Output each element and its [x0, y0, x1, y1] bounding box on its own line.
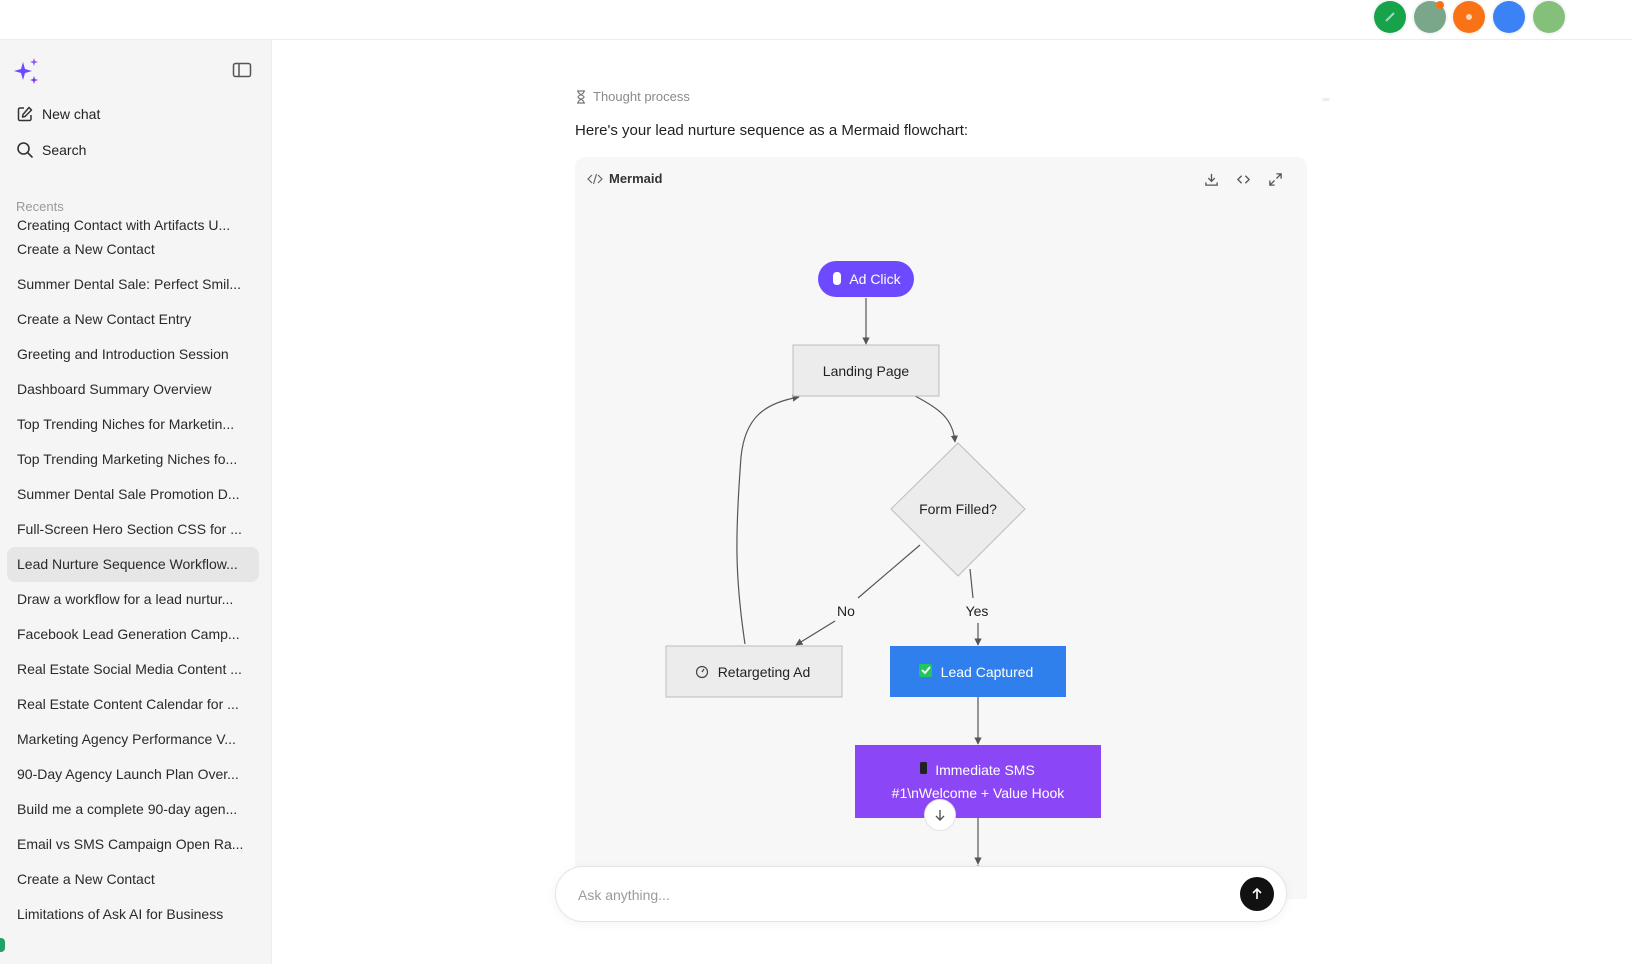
search-icon [17, 142, 33, 158]
node-form-filled-label: Form Filled? [919, 501, 997, 517]
node-lead-captured-label: Lead Captured [941, 664, 1034, 680]
sparkle-logo-icon[interactable] [12, 56, 42, 86]
phone-icon [920, 762, 927, 774]
top-bar [0, 0, 1632, 40]
notification-dot [1436, 1, 1444, 9]
mermaid-artifact: Mermaid Ad Click Landing Page Form Fille… [575, 157, 1307, 899]
chat-main: Thought process Here's your lead nurture… [272, 40, 1632, 964]
recents-heading: Recents [16, 199, 64, 214]
edge-label-yes: Yes [966, 603, 989, 619]
app-window: New chat Search Recents Creating Contact… [0, 0, 1632, 964]
edge-landing-form [914, 395, 959, 443]
sidebar-item-recent[interactable]: Marketing Agency Performance V... [7, 722, 259, 757]
thought-process-label: Thought process [593, 89, 690, 104]
sidebar-item-recent[interactable]: Create a New Contact [7, 862, 259, 897]
edit-icon [17, 106, 33, 122]
sidebar-item-recent[interactable]: Summer Dental Sale: Perfect Smil... [7, 267, 259, 302]
edge-form-no [857, 544, 921, 599]
sidebar-item-recent[interactable]: Real Estate Content Calendar for ... [7, 687, 259, 722]
edge-no-retargeting [795, 620, 836, 646]
sidebar-item-recent[interactable]: Create a New Contact Entry [7, 302, 259, 337]
sidebar-item-recent[interactable]: Creating Contact with Artifacts U... [7, 218, 259, 232]
send-button[interactable] [1240, 877, 1274, 911]
search-label: Search [42, 142, 87, 158]
sidebar-item-recent[interactable]: Top Trending Marketing Niches fo... [7, 442, 259, 477]
thought-process-toggle[interactable]: Thought process [575, 89, 690, 104]
scroll-down-button[interactable] [924, 799, 956, 831]
sidebar-toggle-icon[interactable] [232, 62, 252, 78]
sidebar-item-recent[interactable]: Real Estate Social Media Content ... [7, 652, 259, 687]
mermaid-flowchart: Ad Click Landing Page Form Filled? No Ye… [665, 261, 1101, 899]
sidebar-item-recent[interactable]: Facebook Lead Generation Camp... [7, 617, 259, 652]
avatar[interactable] [1493, 1, 1525, 33]
new-chat-button[interactable]: New chat [16, 102, 100, 126]
node-immediate-sms [855, 745, 1101, 818]
sidebar-item-recent[interactable]: Draw a workflow for a lead nurtur... [7, 582, 259, 617]
sidebar-item-recent[interactable]: Full-Screen Hero Section CSS for ... [7, 512, 259, 547]
node-retargeting-ad-label: Retargeting Ad [718, 664, 811, 680]
avatar[interactable] [1453, 1, 1485, 33]
mouse-icon [833, 272, 841, 285]
chat-composer [555, 866, 1287, 922]
arrow-up-icon [1252, 887, 1262, 899]
sidebar-item-recent[interactable]: Dashboard Summary Overview [7, 372, 259, 407]
node-ad-click-label: Ad Click [849, 271, 901, 287]
avatar[interactable] [1374, 1, 1406, 33]
sidebar-item-recent[interactable]: Limitations of Ask AI for Business [7, 897, 259, 932]
recents-list: Creating Contact with Artifacts U... Crea… [7, 218, 259, 932]
avatar[interactable] [1533, 1, 1565, 33]
sidebar-item-recent[interactable]: Top Trending Niches for Marketin... [7, 407, 259, 442]
assistant-message-text: Here's your lead nurture sequence as a M… [575, 122, 969, 139]
sidebar-item-recent[interactable]: Greeting and Introduction Session [7, 337, 259, 372]
node-immediate-sms-label-line2: #1\nWelcome + Value Hook [892, 785, 1066, 801]
divider [1322, 98, 1330, 101]
sidebar-item-recent[interactable]: Lead Nurture Sequence Workflow... [7, 547, 259, 582]
sidebar-item-recent[interactable]: Build me a complete 90-day agen... [7, 792, 259, 827]
sidebar-item-recent[interactable]: Create a New Contact [7, 232, 259, 267]
hourglass-icon [577, 89, 585, 104]
edge-form-yes [969, 568, 974, 599]
edge-retargeting-landing [736, 394, 800, 645]
arrow-down-icon [935, 810, 945, 821]
new-chat-label: New chat [42, 106, 101, 122]
node-landing-page-label: Landing Page [823, 363, 910, 379]
ask-input[interactable] [578, 881, 1218, 909]
sidebar-item-recent[interactable]: Summer Dental Sale Promotion D... [7, 477, 259, 512]
sidebar-item-recent[interactable]: Email vs SMS Campaign Open Ra... [7, 827, 259, 862]
node-immediate-sms-label-line1: Immediate SMS [935, 762, 1035, 778]
search-button[interactable]: Search [16, 138, 86, 162]
sidebar: New chat Search Recents Creating Contact… [0, 40, 272, 964]
status-indicator [0, 938, 5, 952]
edge-label-no: No [837, 603, 855, 619]
sidebar-item-recent[interactable]: 90-Day Agency Launch Plan Over... [7, 757, 259, 792]
avatar[interactable] [1414, 1, 1446, 33]
checkmark-icon [919, 664, 932, 677]
